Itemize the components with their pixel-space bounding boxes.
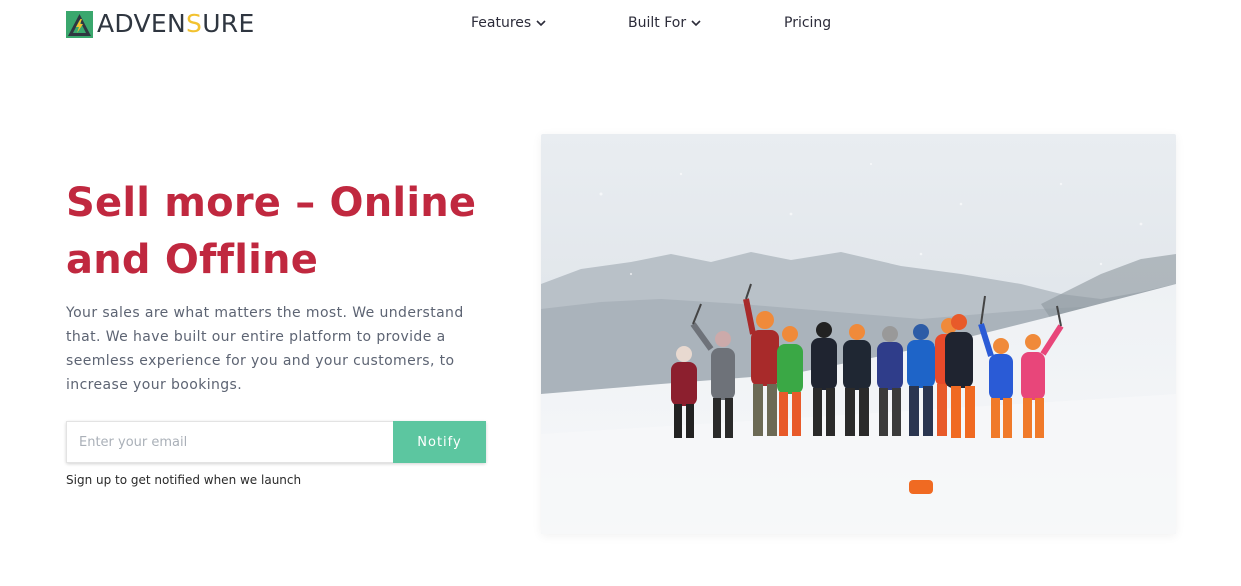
nav-item-label: Pricing xyxy=(784,15,832,31)
chevron-down-icon xyxy=(691,20,701,27)
brand-name-part-c: URE xyxy=(202,9,255,38)
nav-item-features[interactable]: Features xyxy=(471,15,547,31)
brand-wordmark: ADVENSURE xyxy=(97,10,255,38)
hero-title-line-2: and Offline xyxy=(66,237,319,283)
nav-item-label: Features xyxy=(471,15,532,31)
brand-logo[interactable]: ADVENSURE xyxy=(66,10,255,38)
brand-name-part-a: ADVEN xyxy=(97,9,187,38)
nav-item-built-for[interactable]: Built For xyxy=(628,15,702,31)
nav-item-label: Built For xyxy=(628,15,687,31)
email-signup-form: Notify xyxy=(66,421,486,463)
signup-hint: Sign up to get notified when we launch xyxy=(66,473,302,487)
notify-button[interactable]: Notify xyxy=(393,421,486,463)
hero-title: Sell more – Online and Offline xyxy=(66,175,506,289)
logo-mark-icon xyxy=(66,10,93,38)
nav-item-pricing[interactable]: Pricing xyxy=(784,15,831,31)
snowy-glacier-climbers-image xyxy=(541,134,1176,534)
hero-photo xyxy=(541,134,1176,534)
brand-name-part-b: S xyxy=(186,9,203,38)
email-input[interactable] xyxy=(66,421,393,463)
hero-description: Your sales are what matters the most. We… xyxy=(66,305,464,393)
chevron-down-icon xyxy=(536,20,546,27)
landing-page: ADVENSURE Features Built For Pricing Sel… xyxy=(0,0,1241,586)
hero-title-line-1: Sell more – Online xyxy=(66,180,477,226)
